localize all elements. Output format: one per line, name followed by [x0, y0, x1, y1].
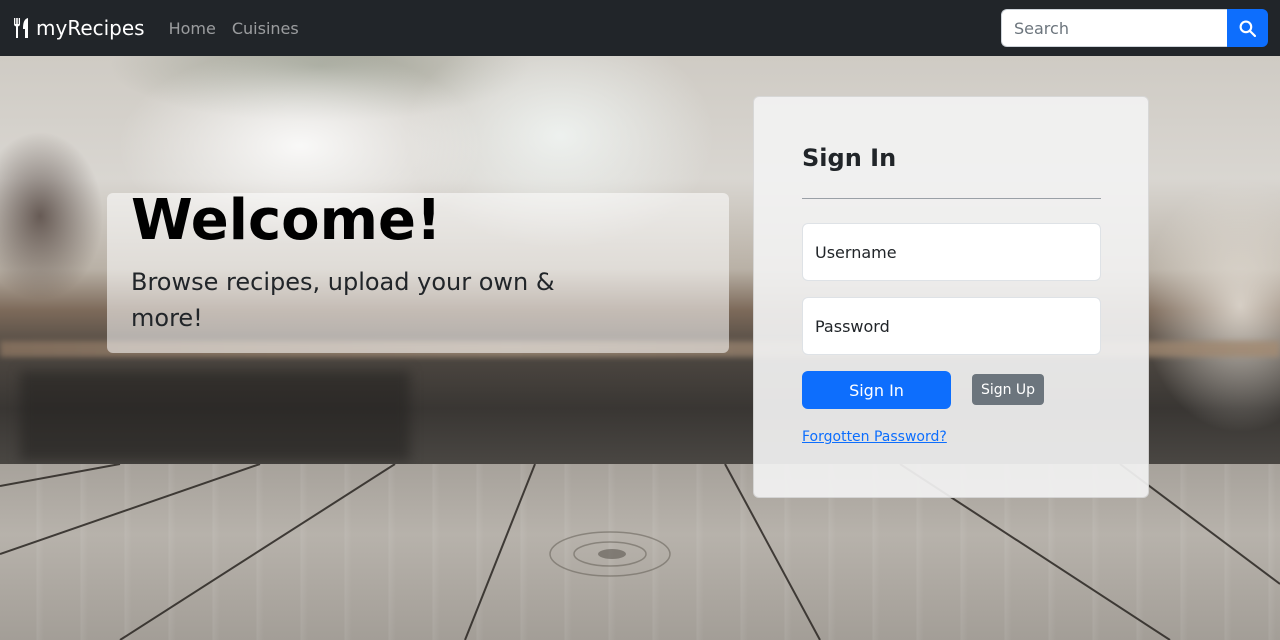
- utensils-icon: [14, 18, 28, 38]
- welcome-subtitle: Browse recipes, upload your own & more!: [131, 268, 555, 332]
- welcome-card: Welcome! Browse recipes, upload your own…: [107, 188, 729, 353]
- nav-home[interactable]: Home: [169, 19, 216, 38]
- search-input[interactable]: [1001, 9, 1227, 47]
- forgot-password-link[interactable]: Forgotten Password?: [802, 429, 947, 445]
- divider: [802, 198, 1101, 199]
- signin-title: Sign In: [802, 144, 897, 172]
- welcome-title: Welcome!: [131, 188, 442, 253]
- hero-section: Welcome! Browse recipes, upload your own…: [0, 56, 1280, 640]
- brand-name: myRecipes: [36, 16, 145, 40]
- brand-link[interactable]: myRecipes: [12, 16, 145, 40]
- nav-cuisines[interactable]: Cuisines: [232, 19, 299, 38]
- navbar: myRecipes Home Cuisines: [0, 0, 1280, 56]
- search-button[interactable]: [1227, 9, 1268, 47]
- signin-button[interactable]: Sign In: [802, 371, 951, 409]
- search-form: [1001, 9, 1268, 47]
- kitchen-cabinet: [20, 371, 410, 461]
- password-field[interactable]: [802, 297, 1101, 355]
- signin-card: Sign In Sign In Sign Up Forgotten Passwo…: [753, 96, 1149, 498]
- search-icon: [1239, 20, 1256, 37]
- username-field[interactable]: [802, 223, 1101, 281]
- signup-button[interactable]: Sign Up: [972, 374, 1044, 405]
